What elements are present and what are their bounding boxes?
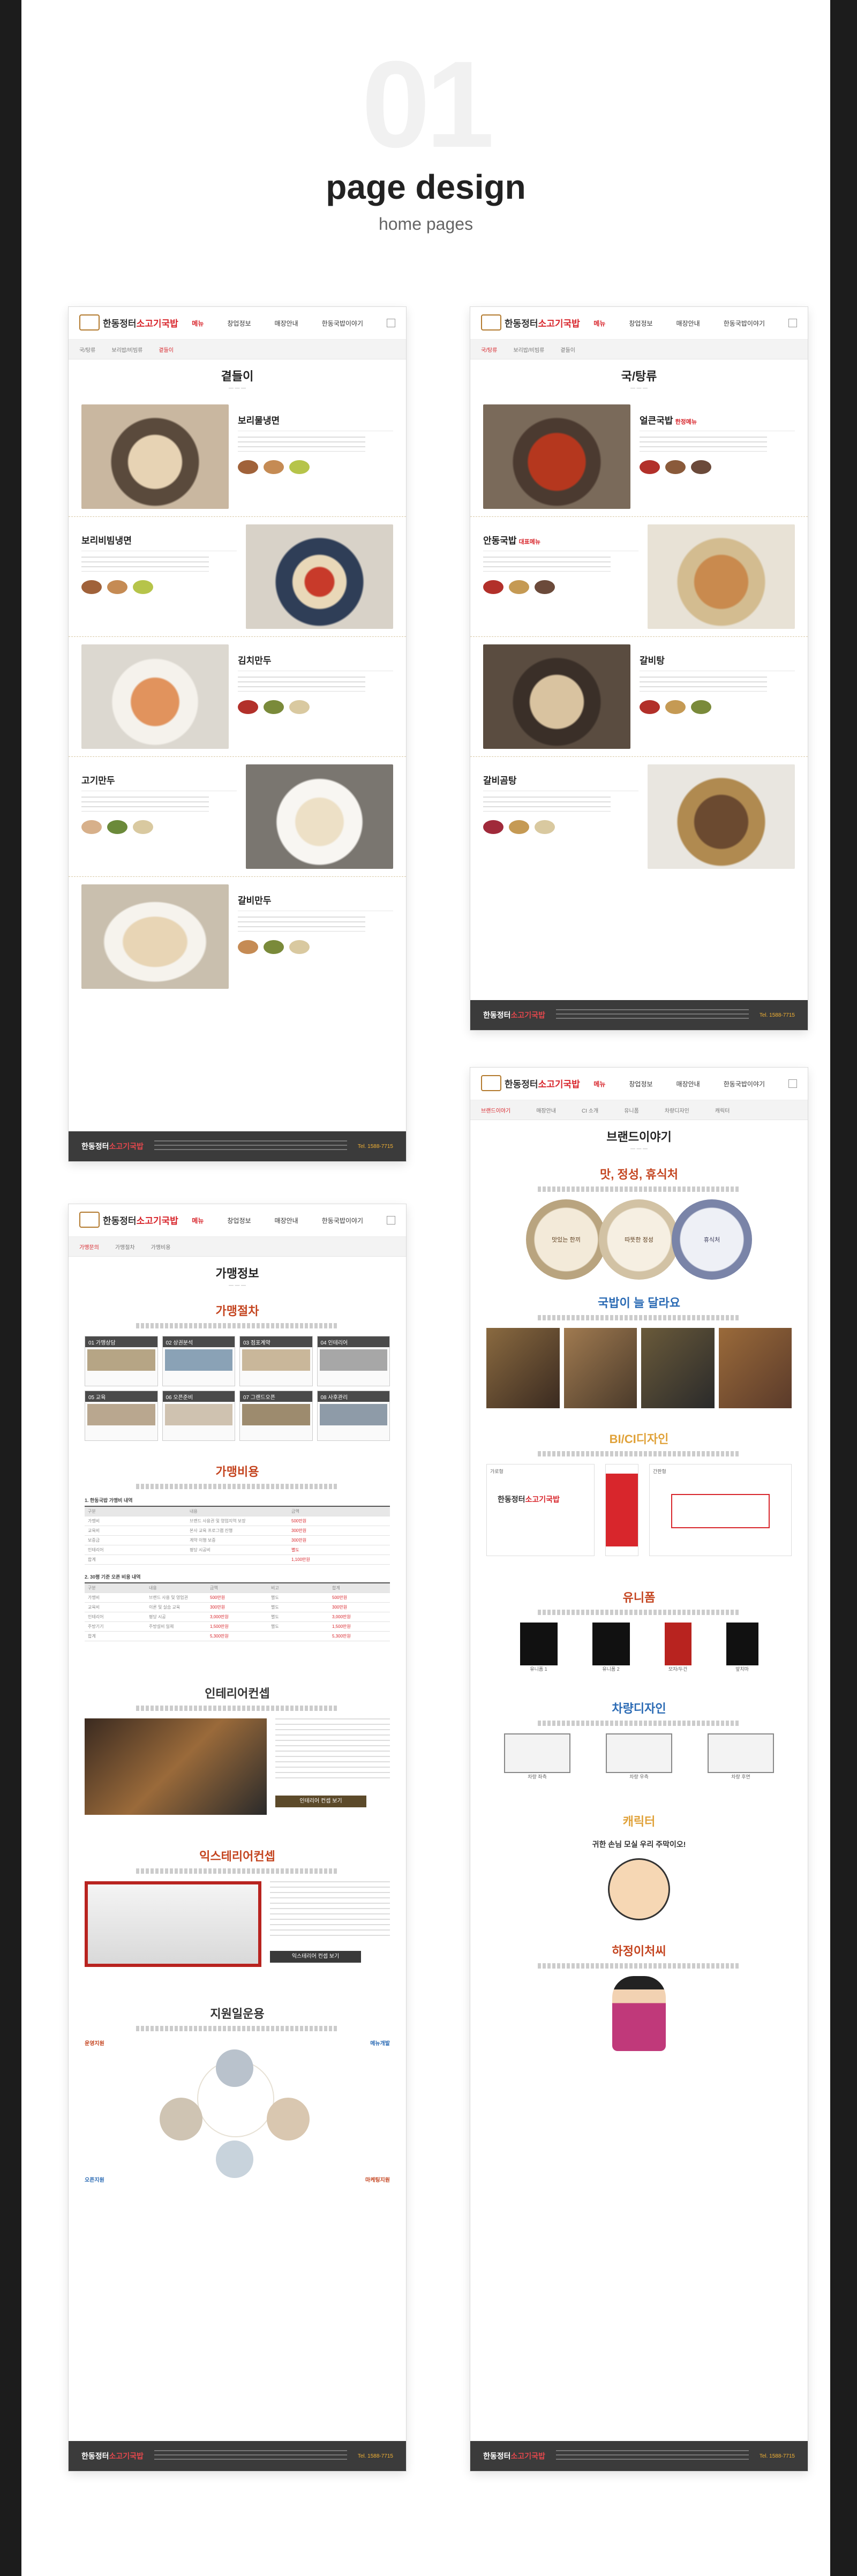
hero-number: 01: [362, 35, 494, 173]
logo-mark-icon: [79, 1212, 100, 1228]
hamburger-icon[interactable]: [387, 319, 395, 327]
logo-mark-icon: [79, 314, 100, 331]
hamburger-icon[interactable]: [387, 1216, 395, 1225]
food-photo: [483, 404, 630, 509]
truck-left: [504, 1733, 570, 1773]
logo-mark-icon: [481, 1075, 501, 1091]
exterior-concept-button[interactable]: 익스테리어 컨셉 보기: [270, 1951, 361, 1963]
menu-item-story[interactable]: 한동국밥이야기: [322, 319, 363, 328]
exterior-photo: [85, 1881, 261, 1967]
food-photo: [81, 884, 229, 989]
food-photo: [81, 404, 229, 509]
section-title-cost: 가맹비용: [215, 1465, 259, 1478]
menu-item-row: 안동국밥 대표메뉴: [470, 517, 808, 637]
menu-item-startup[interactable]: 창업정보: [227, 319, 251, 328]
hamburger-icon[interactable]: [788, 319, 797, 327]
section-title-interior: 인테리어컨셉: [205, 1687, 270, 1700]
ingredient-icons: [238, 460, 393, 474]
food-photo: [81, 644, 229, 749]
hero-subtitle: home pages: [378, 214, 473, 234]
tab-rice[interactable]: 보리밥/비빔류: [111, 346, 142, 354]
menu-item-row: 보리물냉면: [69, 397, 406, 517]
sub-navigation: 국/탕류 보리밥/비빔류 곁들이: [69, 340, 406, 359]
footer: 한동정터소고기국밥 Tel. 1588-7715: [69, 2441, 406, 2471]
mockup-soups: 한동정터소고기국밥 메뉴 창업정보 매장안내 한동국밥이야기 국/탕류 보리밥/…: [470, 307, 808, 1030]
menu-item-row: 갈비곰탕: [470, 757, 808, 876]
menu-item-row: 보리비빔냉면: [69, 517, 406, 637]
menu-item-stores[interactable]: 매장안내: [275, 319, 298, 328]
page-title: 곁들이: [221, 370, 254, 383]
interior-concept-button[interactable]: 인테리어 컨셉 보기: [275, 1796, 366, 1807]
menu-item-menu[interactable]: 메뉴: [192, 319, 204, 328]
footer: 한동정터소고기국밥 Tel. 1588-7715: [470, 1000, 808, 1030]
page-title: 가맹정보: [215, 1267, 259, 1280]
uniform-cap: [664, 1623, 691, 1665]
menu-item-row: 김치만두: [69, 637, 406, 757]
truck-rear: [708, 1733, 774, 1773]
gnb: 한동정터소고기국밥 메뉴 창업정보 매장안내 한동국밥이야기: [69, 307, 406, 340]
food-photo: [483, 644, 630, 749]
page-title: 국/탕류: [621, 370, 657, 383]
food-photo: [648, 764, 795, 869]
footer: 한동정터소고기국밥 Tel. 1588-7715: [470, 2441, 808, 2471]
menu-item-row: 갈비만두: [69, 877, 406, 996]
menu-item-row: 얼큰국밥 한정메뉴: [470, 397, 808, 517]
section-title-exterior: 익스테리어컨셉: [199, 1850, 275, 1863]
cost-table-2: 구분 내용 금액 비고 합계 가맹비 브랜드 사용 및 영업권 500만원 별도 500만원 교…: [85, 1582, 390, 1641]
tab-soup[interactable]: 국/탕류: [79, 346, 95, 354]
uniform-shirt-1: [520, 1623, 558, 1665]
procedure-steps: 01 가맹상담 02 상권분석 03 점포계약 04 인테리어 05 교육 06…: [69, 1336, 406, 1441]
mascot-figure: [612, 1976, 666, 2051]
uniform-apron: [726, 1623, 758, 1665]
breadcrumb: — — —: [228, 385, 246, 390]
mockup-side-dishes: 한동정터소고기국밥 메뉴 창업정보 매장안내 한동국밥이야기 국/탕류 보리밥/…: [69, 307, 406, 1161]
menu-item-row: 고기만두: [69, 757, 406, 877]
section-title-support: 지원일운용: [210, 2007, 265, 2021]
page-title: 브랜드이야기: [606, 1130, 672, 1144]
hamburger-icon[interactable]: [788, 1079, 797, 1088]
truck-right: [606, 1733, 672, 1773]
footer: 한동정터소고기국밥 Tel. 1588-7715: [69, 1131, 406, 1161]
food-photo: [648, 524, 795, 629]
support-diagram: 운영지원 메뉴개발 오픈지원 마케팅지원: [85, 2041, 390, 2183]
menu-item-row: 갈비탕: [470, 637, 808, 757]
hero-title: page design: [326, 168, 526, 206]
uniform-shirt-2: [592, 1623, 630, 1665]
character-banner: 귀한 손님 모실 우리 주막이오!: [592, 1840, 686, 1849]
presentation-canvas: 01 page design home pages 한동정터소고기국밥 메뉴 창…: [21, 0, 830, 2576]
character-face: [608, 1858, 670, 1920]
logo-mark-icon: [481, 314, 501, 331]
tab-side[interactable]: 곁들이: [159, 346, 174, 354]
cost-table-1: 구분 내용 금액 가맹비 브랜드 사용권 및 영업지역 보장 500만원 교육비 본사 교…: [85, 1506, 390, 1565]
logo[interactable]: 한동정터소고기국밥: [79, 314, 178, 331]
food-photo: [246, 524, 393, 629]
food-photo: [246, 764, 393, 869]
interior-photo: [85, 1718, 267, 1815]
mockup-brand-story: 한동정터소고기국밥 메뉴 창업정보 매장안내 한동국밥이야기 브랜드이야기 매장…: [470, 1068, 808, 2471]
main-menu: 메뉴 창업정보 매장안내 한동국밥이야기: [192, 319, 395, 328]
value-circles: 맛있는 한끼 따뜻한 정성 휴식처: [470, 1199, 808, 1280]
mockup-franchise: 한동정터소고기국밥 메뉴 창업정보 매장안내 한동국밥이야기 가맹문의 가맹절차…: [69, 1204, 406, 2471]
section-title-procedure: 가맹절차: [215, 1304, 259, 1318]
